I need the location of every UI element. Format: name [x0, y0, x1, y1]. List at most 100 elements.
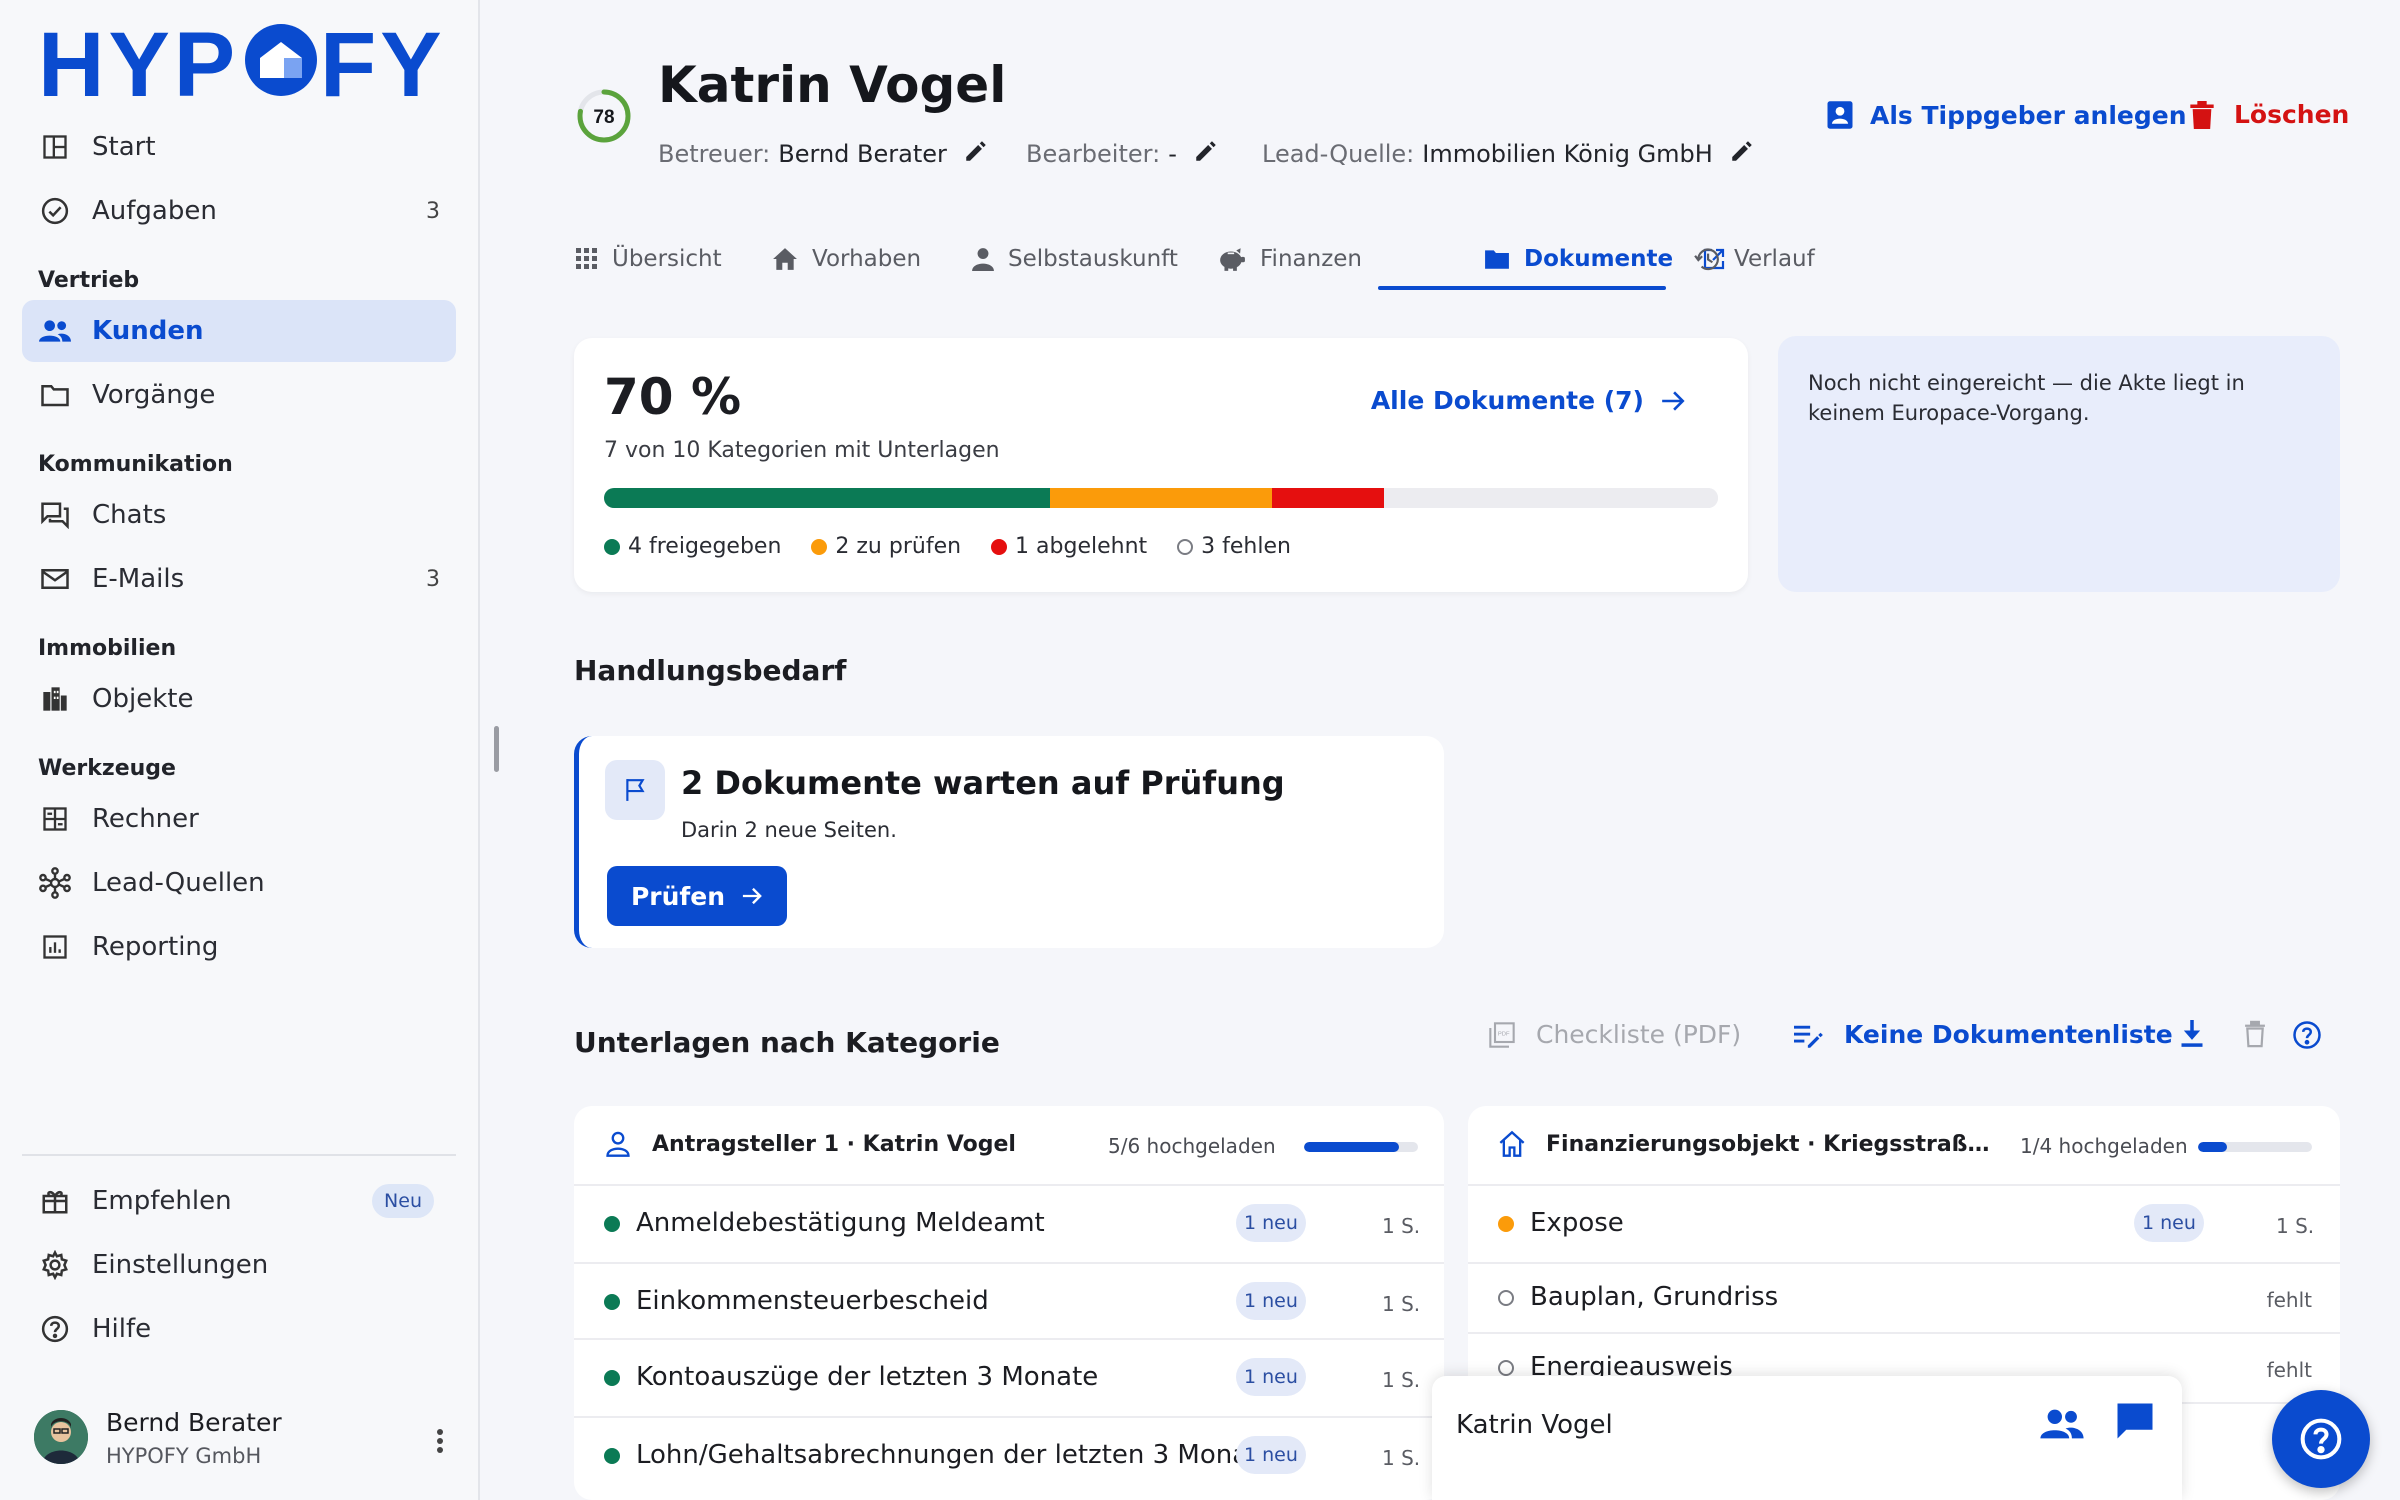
sidebar-item-vorgaenge[interactable]: Vorgänge	[22, 364, 456, 426]
sidebar-item-reporting[interactable]: Reporting	[22, 916, 456, 978]
tab-vorhaben[interactable]: Vorhaben	[772, 226, 921, 292]
sidebar-item-rechner[interactable]: Rechner	[22, 788, 456, 850]
tab-finanzen[interactable]: Finanzen	[1218, 226, 1362, 292]
betreuer-label: Betreuer:	[658, 140, 771, 168]
check-circle-icon	[38, 194, 72, 228]
chat-icon	[38, 498, 72, 532]
sidebar-resize-handle[interactable]	[494, 726, 499, 772]
report-icon	[38, 930, 72, 964]
page-count: 1 S.	[1382, 1368, 1421, 1392]
sidebar-item-emails[interactable]: E-Mails 3	[22, 548, 456, 610]
document-row[interactable]: Bauplan, Grundriss fehlt	[1468, 1264, 2340, 1334]
edit-list-icon	[1794, 1022, 1824, 1048]
legend-label: 3 fehlen	[1201, 534, 1291, 559]
tippgeber-button[interactable]: Als Tippgeber anlegen	[1826, 100, 2187, 130]
trash-outline-icon[interactable]	[2244, 1020, 2266, 1048]
status-dot	[1498, 1290, 1514, 1306]
legend-label: 2 zu prüfen	[835, 534, 962, 559]
sidebar-item-chats[interactable]: Chats	[22, 484, 456, 546]
more-vert-icon[interactable]	[436, 1428, 444, 1461]
sidebar-item-label: Start	[92, 132, 156, 162]
category-header[interactable]: Antragsteller 1 · Katrin Vogel 5/6 hochg…	[574, 1106, 1444, 1186]
tab-verlauf[interactable]: Verlauf	[1694, 226, 1815, 292]
user-org: HYPOFY GmbH	[106, 1444, 262, 1468]
sidebar-item-einstellungen[interactable]: Einstellungen	[22, 1234, 456, 1296]
document-label: Lohn/Gehaltsabrechnungen der letzten 3 M…	[636, 1440, 1275, 1470]
sidebar-item-lead-quellen[interactable]: Lead-Quellen	[22, 852, 456, 914]
new-badge: 1 neu	[1236, 1436, 1306, 1474]
status-progress-bar	[604, 488, 1718, 508]
all-documents-link[interactable]: Alle Dokumente (7)	[1371, 386, 1686, 415]
tab-label: Selbstauskunft	[1008, 246, 1178, 272]
status-dot	[991, 538, 1008, 555]
help-fab-button[interactable]	[2272, 1390, 2370, 1488]
contact-badge-icon	[1826, 100, 1854, 130]
document-row[interactable]: Expose 1 neu 1 S.	[1468, 1186, 2340, 1264]
user-menu[interactable]: Bernd Berater HYPOFY GmbH	[34, 1406, 454, 1476]
tab-dokumente[interactable]: Dokumente	[1484, 226, 1725, 292]
arrow-right-icon	[1660, 389, 1686, 413]
sidebar-item-start[interactable]: Start	[22, 116, 456, 178]
trash-icon	[2190, 100, 2214, 129]
chat-bubble-icon[interactable]	[2114, 1400, 2156, 1442]
people-icon[interactable]	[2040, 1406, 2084, 1442]
pdf-icon: PDF	[1488, 1021, 1516, 1049]
status-dot	[811, 538, 828, 555]
status-dot	[1498, 1360, 1514, 1376]
help-circle-icon	[2299, 1417, 2343, 1461]
section-vertrieb: Vertrieb	[38, 268, 140, 293]
document-row[interactable]: Lohn/Gehaltsabrechnungen der letzten 3 M…	[574, 1418, 1444, 1500]
status-bar-segment	[604, 488, 1050, 508]
download-icon[interactable]	[2180, 1020, 2204, 1048]
category-header[interactable]: Finanzierungsobjekt · Kriegsstraße 118, …	[1468, 1106, 2340, 1186]
delete-button[interactable]: Löschen	[2190, 100, 2349, 129]
help-circle-icon[interactable]	[2292, 1020, 2322, 1050]
status-dot	[1177, 538, 1194, 555]
pruefen-button[interactable]: Prüfen	[607, 866, 787, 926]
document-label: Expose	[1530, 1208, 1624, 1238]
status-dot	[604, 1448, 620, 1464]
bearbeiter-field[interactable]: Bearbeiter: -	[1026, 138, 1219, 170]
edit-icon[interactable]	[963, 138, 989, 170]
betreuer-field[interactable]: Betreuer: Bernd Berater	[658, 138, 989, 170]
person-icon	[972, 247, 994, 271]
category-card-antragsteller: Antragsteller 1 · Katrin Vogel 5/6 hochg…	[574, 1106, 1444, 1500]
svg-text:PDF: PDF	[1498, 1031, 1510, 1037]
new-badge: 1 neu	[1236, 1204, 1306, 1242]
sidebar-item-objekte[interactable]: Objekte	[22, 668, 456, 730]
tab-selbstauskunft[interactable]: Selbstauskunft	[972, 226, 1178, 292]
document-row[interactable]: Anmeldebestätigung Meldeamt 1 neu 1 S.	[574, 1186, 1444, 1264]
checklist-label: Checkliste (PDF)	[1536, 1020, 1742, 1049]
document-label: Einkommensteuerbescheid	[636, 1286, 989, 1316]
document-row[interactable]: Kontoauszüge der letzten 3 Monate 1 neu …	[574, 1340, 1444, 1418]
lead-source-field[interactable]: Lead-Quelle: Immobilien König GmbH	[1262, 138, 1755, 170]
sidebar-item-aufgaben[interactable]: Aufgaben 3	[22, 180, 456, 242]
hub-icon	[38, 866, 72, 900]
edit-icon[interactable]	[1193, 138, 1219, 170]
doclist-button[interactable]: Keine Dokumentenliste	[1794, 1020, 2173, 1049]
review-task-subtitle: Darin 2 neue Seiten.	[681, 818, 897, 842]
document-row[interactable]: Einkommensteuerbescheid 1 neu 1 S.	[574, 1264, 1444, 1340]
status-dot	[604, 1370, 620, 1386]
active-tab-indicator	[1378, 286, 1666, 290]
sidebar-item-label: Empfehlen	[92, 1186, 232, 1216]
page-count: 1 S.	[1382, 1214, 1421, 1238]
sidebar-item-kunden[interactable]: Kunden	[22, 300, 456, 362]
page-count: 1 S.	[1382, 1292, 1421, 1316]
review-task-card: 2 Dokumente warten auf Prüfung Darin 2 n…	[574, 736, 1444, 948]
category-progress-label: 5/6 hochgeladen	[1108, 1134, 1276, 1158]
handlungsbedarf-heading: Handlungsbedarf	[574, 654, 847, 687]
hypofy-logo[interactable]: HYP FY	[38, 18, 448, 102]
lead-score-ring: 78	[576, 88, 632, 144]
people-icon	[38, 314, 72, 348]
betreuer-value: Bernd Berater	[778, 140, 947, 168]
document-label: Bauplan, Grundriss	[1530, 1282, 1779, 1312]
sidebar-item-empfehlen[interactable]: Empfehlen Neu	[22, 1170, 456, 1232]
new-badge: 1 neu	[1236, 1358, 1306, 1396]
tab-uebersicht[interactable]: Übersicht	[576, 226, 722, 292]
chat-popup[interactable]: Katrin Vogel	[1432, 1376, 2182, 1500]
bearbeiter-value: -	[1168, 140, 1177, 168]
checklist-pdf-button[interactable]: PDF Checkliste (PDF)	[1488, 1020, 1741, 1049]
sidebar-item-hilfe[interactable]: Hilfe	[22, 1298, 456, 1360]
edit-icon[interactable]	[1729, 138, 1755, 170]
